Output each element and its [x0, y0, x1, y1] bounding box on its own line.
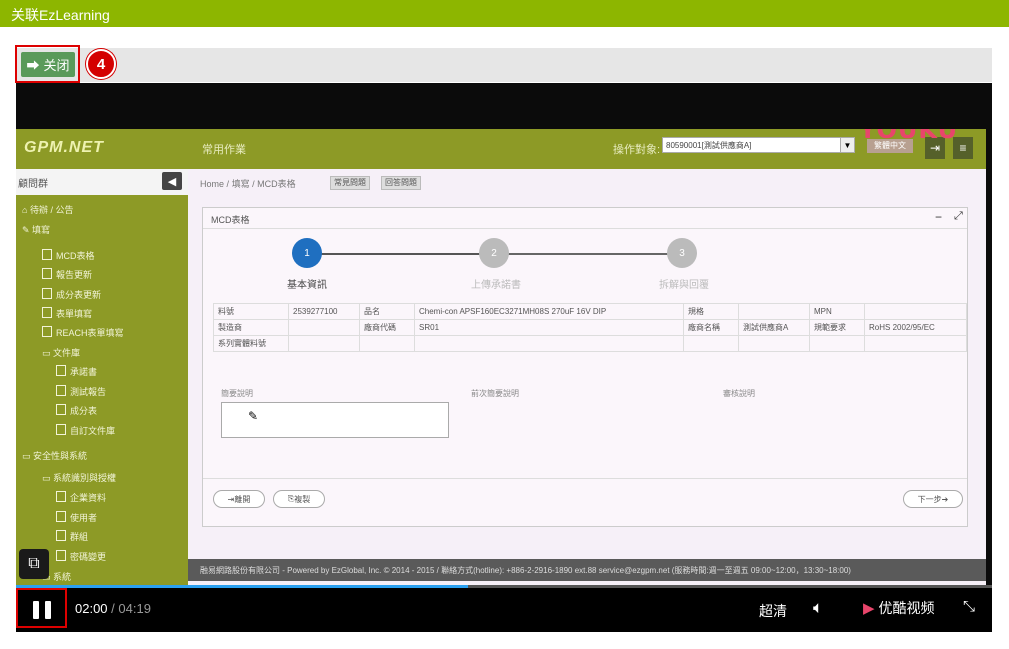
step-line: [499, 253, 675, 255]
field-label: 審核說明: [723, 389, 755, 398]
sidebar-item: 測試報告: [56, 385, 106, 398]
field-label: 前次簡要說明: [471, 389, 519, 398]
app-content: Home / 填寫 / MCD表格 常見問題 回答問題 MCD表格 − ⤢ 1 …: [188, 169, 986, 589]
minimize-icon: −: [935, 210, 943, 224]
description-textarea: ✎: [221, 402, 449, 438]
sidebar-item: 密碼變更: [56, 550, 106, 563]
step-label-3: 拆解與回覆: [659, 280, 709, 291]
faq-button: 常見問題: [330, 176, 370, 190]
sidebar-item: ▭ 系統識別與授權: [42, 473, 117, 483]
step-label-1: 基本資訊: [287, 280, 327, 291]
step-circle-1: 1: [292, 238, 322, 268]
divider: [203, 478, 967, 479]
duration: 04:19: [118, 601, 151, 616]
sidebar-item: 使用者: [56, 511, 97, 524]
pip-icon[interactable]: ⧉: [19, 549, 49, 579]
pause-button-highlight: [16, 588, 67, 628]
copy-button: ⎘ 複製: [273, 490, 325, 508]
sidebar-collapse-icon: ◀: [162, 172, 182, 190]
sidebar-item: 報告更新: [42, 268, 92, 281]
sidebar-item: MCD表格: [42, 249, 95, 262]
step-badge: 4: [86, 49, 116, 79]
volume-icon[interactable]: 🔈︎: [813, 598, 823, 618]
step-line: [307, 253, 483, 255]
mcd-panel: MCD表格 − ⤢ 1 2 3 基本資訊 上傳承諾書 拆解與回覆 料號 2539…: [202, 207, 968, 527]
video-frame: GPM.NET 常用作業 操作對象: 80590001[測試供應商A] ▼ 繁體…: [16, 129, 986, 589]
time-display: 02:00 / 04:19: [75, 601, 151, 616]
sidebar-item: REACH表單填寫: [42, 326, 124, 339]
basic-info-table: 料號 2539277100 品名 Chemi-con APSF160EC3271…: [213, 303, 967, 352]
app-title-bar: 关联EzLearning: [0, 0, 1009, 27]
youku-watermark: YOUKU: [859, 129, 959, 144]
sidebar-item: 群組: [56, 530, 88, 543]
close-button-highlight: [15, 45, 80, 83]
app-header: GPM.NET 常用作業 操作對象: 80590001[測試供應商A] ▼ 繁體…: [16, 129, 986, 169]
breadcrumb: Home / 填寫 / MCD表格: [200, 179, 296, 189]
app-title: 关联EzLearning: [11, 7, 110, 23]
player-controls: 02:00 / 04:19 超清 🔈︎ ▶ 优酷视频 ⤡: [16, 588, 992, 632]
youku-brand-button[interactable]: ▶ 优酷视频: [863, 598, 935, 618]
answer-button: 回答問題: [381, 176, 421, 190]
sidebar-item: ✎ 填寫: [22, 225, 51, 235]
expand-icon: ⤢: [954, 210, 963, 222]
sidebar-item: 承諾書: [56, 365, 97, 378]
youku-logo-icon: ▶: [863, 600, 875, 617]
field-label: 簡要說明: [221, 389, 253, 398]
sidebar-item: 表單填寫: [42, 307, 92, 320]
sidebar-item: 成分表: [56, 404, 97, 417]
operation-target-label: 操作對象:: [613, 144, 661, 156]
sidebar-item: 自訂文件庫: [56, 424, 115, 437]
step-circle-2: 2: [479, 238, 509, 268]
video-player[interactable]: GPM.NET 常用作業 操作對象: 80590001[測試供應商A] ▼ 繁體…: [16, 83, 992, 632]
pencil-cursor-icon: ✎: [248, 409, 259, 423]
panel-header: MCD表格 − ⤢: [203, 208, 967, 229]
step-circle-3: 3: [667, 238, 697, 268]
common-ops-menu: 常用作業: [202, 144, 246, 156]
quality-button[interactable]: 超清: [759, 601, 787, 621]
fullscreen-icon[interactable]: ⤡: [963, 598, 975, 615]
gpm-logo: GPM.NET: [24, 139, 104, 156]
app-sidebar: ⌂ 待辦 / 公告 ✎ 填寫 MCD表格 報告更新 成分表更新 表單填寫 REA…: [16, 169, 188, 589]
app-footer: 融易網路股份有限公司 - Powered by EzGlobal, Inc. ©…: [188, 559, 986, 581]
sidebar-item: ⌂ 待辦 / 公告: [22, 205, 74, 215]
sidebar-item: ▭ 安全性與系統: [22, 451, 88, 461]
next-step-button: 下一步 ➔: [903, 490, 963, 508]
sidebar-item: ▭ 文件庫: [42, 348, 81, 358]
step-label-2: 上傳承諾書: [471, 280, 521, 291]
sidebar-item: 成分表更新: [42, 288, 101, 301]
leave-button: ⇥ 離開: [213, 490, 265, 508]
current-time: 02:00: [75, 601, 108, 616]
operation-target-select: 80590001[測試供應商A]: [662, 137, 854, 153]
sidebar-item: 企業資料: [56, 491, 106, 504]
close-toolbar: [16, 48, 992, 82]
chevron-down-icon: ▼: [840, 137, 855, 153]
